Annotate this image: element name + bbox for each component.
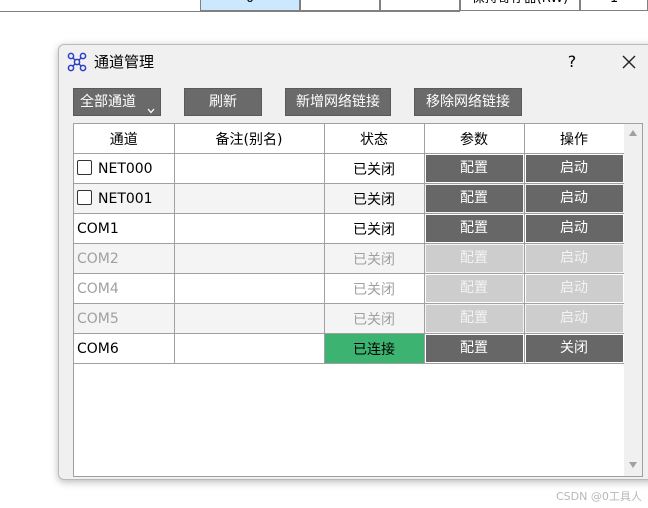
configure-button[interactable]: 配置 [425,275,523,302]
background-sheet: 0 保持寄存器(RW) 1 [0,0,648,12]
channel-table: 通道 备注(别名) 状态 参数 操作 NET000 已关闭 配置 启动 NET001 已关… [73,123,643,477]
column-header-params[interactable]: 参数 [424,124,525,154]
channel-management-dialog: 通道管理 ? 全部通道 刷新 新增网络链接 移除网络链接 通道 备注(别名) 状… [58,44,648,480]
table-row[interactable]: COM4 已关闭 配置 启动 [74,273,625,304]
action-cell: 启动 [524,273,625,304]
state-cell: 已连接 [324,333,425,364]
background-cell [380,0,460,11]
action-cell: 启动 [524,243,625,274]
grid-line [0,11,460,12]
configure-button[interactable]: 配置 [425,215,523,242]
background-cell: 0 [200,0,300,11]
note-cell[interactable] [174,303,325,334]
column-header-channel[interactable]: 通道 [74,124,175,154]
add-network-link-button[interactable]: 新增网络链接 [285,88,391,116]
action-cell: 启动 [524,213,625,244]
state-cell: 已关闭 [324,243,425,274]
background-cell: 保持寄存器(RW) [460,0,580,11]
network-nodes-icon [67,52,87,72]
configure-button[interactable]: 配置 [425,335,523,362]
scroll-up-arrow-icon[interactable] [629,130,637,136]
vertical-scrollbar[interactable] [624,124,642,476]
table-header: 通道 备注(别名) 状态 参数 操作 [74,124,625,154]
channel-filter-value: 全部通道 [80,94,136,110]
state-cell: 已关闭 [324,183,425,214]
scroll-down-arrow-icon[interactable] [629,462,637,468]
state-cell: 已关闭 [324,303,425,334]
note-cell[interactable] [174,213,325,244]
table-row[interactable]: COM5 已关闭 配置 启动 [74,303,625,334]
toggle-channel-button[interactable]: 启动 [525,185,623,212]
channel-cell[interactable]: COM5 [74,303,175,334]
background-cell: 1 [580,0,648,11]
params-cell: 配置 [424,273,525,304]
note-cell[interactable] [174,153,325,184]
channel-name: COM5 [77,310,119,327]
column-header-note[interactable]: 备注(别名) [174,124,325,154]
channel-cell[interactable]: COM1 [74,213,175,244]
table-row[interactable]: COM1 已关闭 配置 启动 [74,213,625,244]
channel-filter-dropdown[interactable]: 全部通道 [73,88,161,116]
toggle-channel-button[interactable]: 启动 [525,155,623,182]
action-cell: 启动 [524,153,625,184]
channel-cell[interactable]: COM2 [74,243,175,274]
table-row[interactable]: NET000 已关闭 配置 启动 [74,153,625,184]
channel-name: COM6 [77,340,119,357]
state-cell: 已关闭 [324,213,425,244]
params-cell: 配置 [424,213,525,244]
action-cell: 关闭 [524,333,625,364]
note-cell[interactable] [174,333,325,364]
note-cell[interactable] [174,183,325,214]
refresh-button[interactable]: 刷新 [184,88,262,116]
row-checkbox[interactable] [77,190,92,205]
channel-name: COM2 [77,250,119,267]
configure-button[interactable]: 配置 [425,305,523,332]
background-cell [300,0,380,11]
channel-name: COM4 [77,280,119,297]
state-cell: 已关闭 [324,153,425,184]
column-header-state[interactable]: 状态 [324,124,425,154]
params-cell: 配置 [424,183,525,214]
toggle-channel-button[interactable]: 启动 [525,245,623,272]
channel-cell[interactable]: COM4 [74,273,175,304]
action-cell: 启动 [524,303,625,334]
help-button[interactable]: ? [559,49,585,75]
state-cell: 已关闭 [324,273,425,304]
table-row[interactable]: COM6 已连接 配置 关闭 [74,333,625,364]
channel-cell[interactable]: NET000 [74,153,175,184]
note-cell[interactable] [174,273,325,304]
channel-cell[interactable]: NET001 [74,183,175,214]
column-header-action[interactable]: 操作 [524,124,625,154]
close-button[interactable] [616,49,642,75]
table-row[interactable]: NET001 已关闭 配置 启动 [74,183,625,214]
toggle-channel-button[interactable]: 关闭 [525,335,623,362]
close-icon [622,55,636,69]
action-cell: 启动 [524,183,625,214]
channel-name: NET000 [98,161,153,177]
toggle-channel-button[interactable]: 启动 [525,275,623,302]
params-cell: 配置 [424,333,525,364]
toggle-channel-button[interactable]: 启动 [525,215,623,242]
note-cell[interactable] [174,243,325,274]
configure-button[interactable]: 配置 [425,245,523,272]
params-cell: 配置 [424,153,525,184]
configure-button[interactable]: 配置 [425,185,523,212]
channel-cell[interactable]: COM6 [74,333,175,364]
channel-name: COM1 [77,220,119,237]
title-bar[interactable]: 通道管理 ? [59,45,648,79]
watermark: CSDN @0工具人 [556,490,642,503]
configure-button[interactable]: 配置 [425,155,523,182]
dialog-title: 通道管理 [94,53,155,71]
remove-network-link-button[interactable]: 移除网络链接 [414,88,522,116]
channel-name: NET001 [98,191,153,207]
toggle-channel-button[interactable]: 启动 [525,305,623,332]
chevron-down-icon [147,98,155,114]
row-checkbox[interactable] [77,160,92,175]
params-cell: 配置 [424,243,525,274]
params-cell: 配置 [424,303,525,334]
table-row[interactable]: COM2 已关闭 配置 启动 [74,243,625,274]
